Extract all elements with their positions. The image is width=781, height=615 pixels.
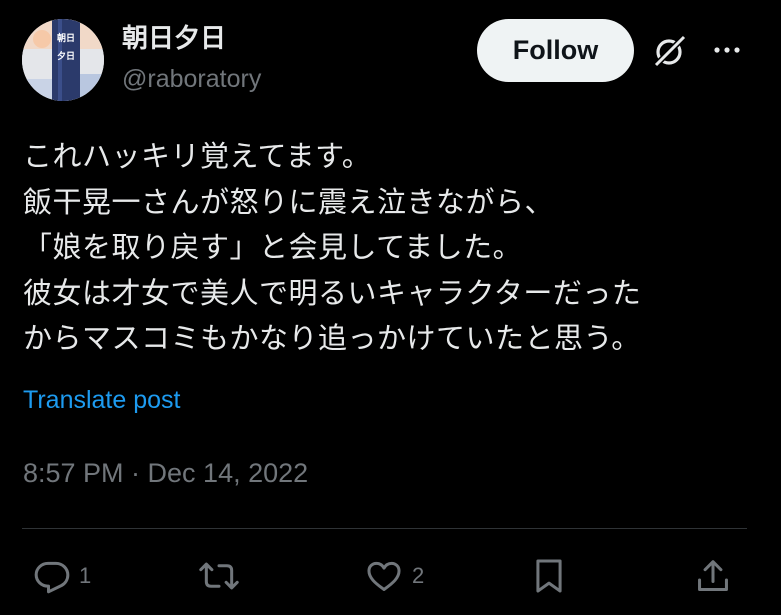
repost-icon: [199, 562, 239, 590]
more-icon[interactable]: [712, 38, 742, 62]
display-name[interactable]: 朝日夕日: [122, 22, 226, 56]
follow-button[interactable]: Follow: [477, 19, 634, 82]
divider: [22, 528, 747, 529]
reply-icon: [34, 561, 70, 594]
share-icon: [698, 560, 728, 591]
like-button[interactable]: 2: [364, 557, 424, 595]
bookmark-icon: [536, 559, 562, 593]
translate-post-link[interactable]: Translate post: [23, 383, 180, 417]
post-timestamp[interactable]: 8:57 PM · Dec 14, 2022: [23, 456, 308, 490]
repost-button[interactable]: [197, 557, 249, 595]
heart-icon: [367, 561, 401, 591]
avatar-image: 朝日 夕日: [22, 19, 104, 101]
grok-icon[interactable]: [650, 31, 690, 71]
user-handle[interactable]: @raboratory: [122, 62, 261, 96]
reply-count: 1: [79, 563, 92, 588]
bookmark-button[interactable]: [529, 557, 569, 595]
share-button[interactable]: [694, 557, 732, 595]
svg-text:夕日: 夕日: [57, 50, 75, 62]
avatar[interactable]: 朝日 夕日: [22, 19, 104, 101]
reply-button[interactable]: 1: [33, 557, 91, 595]
post-text: これハッキリ覚えてます。 飯干晃一さんが怒りに震え泣きながら、 「娘を取り戻す」…: [23, 139, 642, 355]
svg-text:朝日: 朝日: [57, 32, 75, 44]
like-count: 2: [412, 563, 425, 588]
